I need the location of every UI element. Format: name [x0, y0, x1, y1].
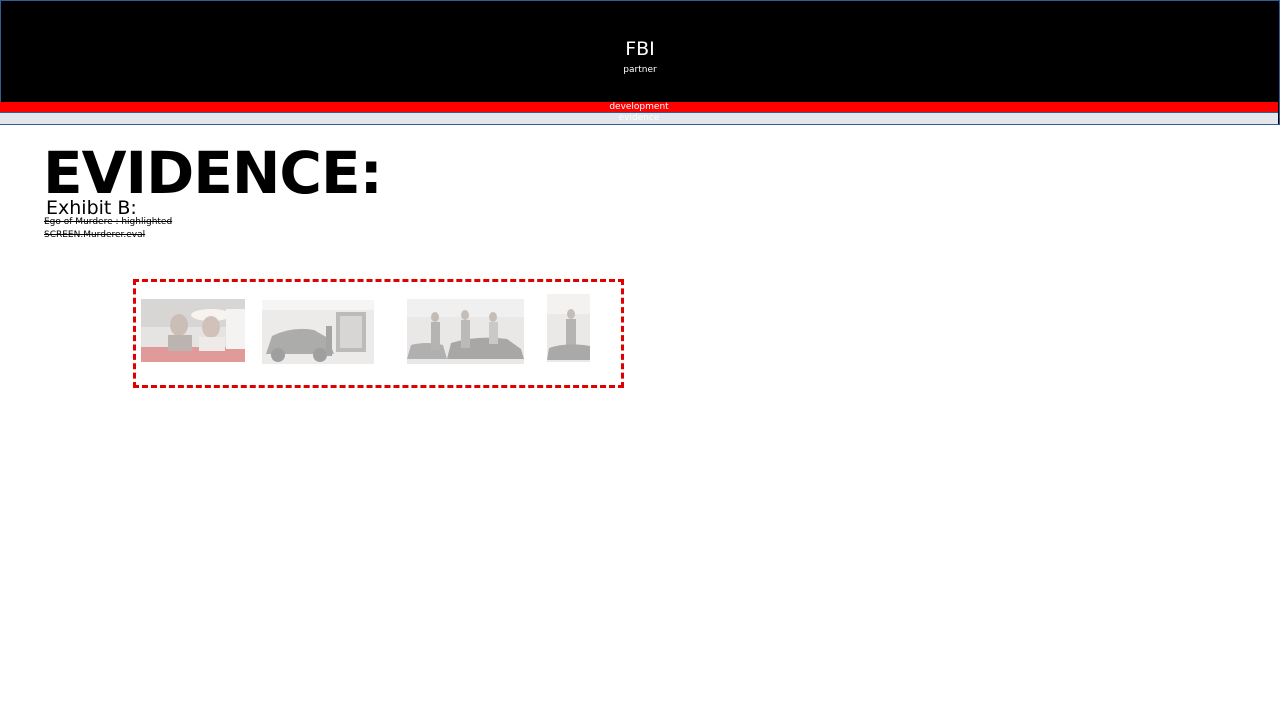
header-title: FBI: [625, 38, 655, 60]
slide-page: FBI partner development evidence EVIDENC…: [0, 0, 1280, 720]
evidence-photo[interactable]: [262, 300, 374, 364]
evidence-photo[interactable]: [547, 294, 590, 362]
photo-icon: [547, 294, 590, 362]
evidence-photo[interactable]: [141, 299, 245, 362]
photo-icon: [262, 300, 374, 364]
photo-icon: [407, 299, 524, 364]
note-line: SCREEN.Murderer.eval: [44, 230, 146, 240]
grey-band-label: evidence: [618, 113, 660, 123]
header-subtitle: partner: [623, 65, 657, 75]
photo-icon: [141, 299, 245, 362]
evidence-photo[interactable]: [407, 299, 524, 364]
note-line: Ego of Murdere : highlighted: [44, 217, 173, 227]
